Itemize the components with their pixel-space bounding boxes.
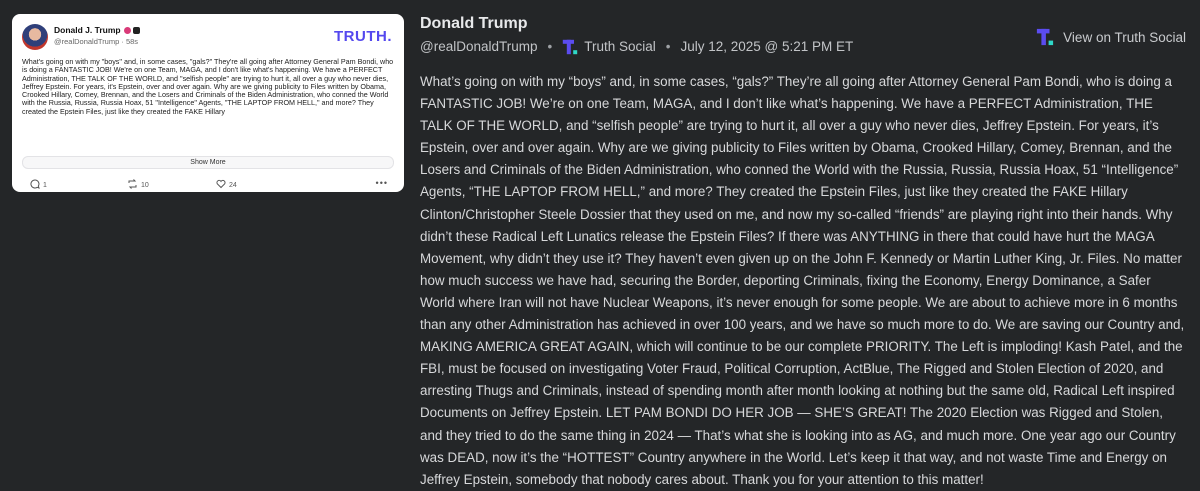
post-author[interactable]: Donald Trump <box>420 15 528 33</box>
post-meta: @realDonaldTrump • Truth Social • July 12, 2… <box>420 39 853 55</box>
avatar <box>22 24 48 50</box>
separator-dot: • <box>547 39 553 54</box>
retruth-count[interactable]: 10 <box>127 179 149 189</box>
truth-logo: TRUTH. <box>334 28 392 45</box>
truth-social-icon <box>1037 28 1054 46</box>
heart-icon <box>216 179 226 189</box>
reply-icon <box>30 179 40 189</box>
post-date: July 12, 2025 @ 5:21 PM ET <box>680 39 854 54</box>
more-options-icon[interactable]: ••• <box>376 178 388 188</box>
text-fade-overlay <box>12 132 404 152</box>
separator-dot: • <box>665 39 671 54</box>
show-more-button[interactable]: Show More <box>22 156 394 169</box>
like-count[interactable]: 24 <box>216 179 237 189</box>
screenshot-handle: @realDonaldTrump · 58s <box>54 37 139 46</box>
post-handle[interactable]: @realDonaldTrump <box>420 39 538 54</box>
verified-badge-icon <box>123 27 131 34</box>
screenshot-display-name: Donald J. Trump <box>54 25 140 35</box>
post-screenshot-thumbnail[interactable]: Donald J. Trump @realDonaldTrump · 58s T… <box>12 14 404 192</box>
retruth-icon <box>128 179 137 189</box>
post-body: What’s going on with my “boys” and, in s… <box>420 74 1185 487</box>
view-on-truth-social-link[interactable]: View on Truth Social <box>1036 28 1186 46</box>
account-badge-icon <box>132 27 140 34</box>
reply-count[interactable]: 1 <box>30 179 47 189</box>
platform-name: Truth Social <box>584 39 656 54</box>
truth-social-icon <box>563 39 578 55</box>
